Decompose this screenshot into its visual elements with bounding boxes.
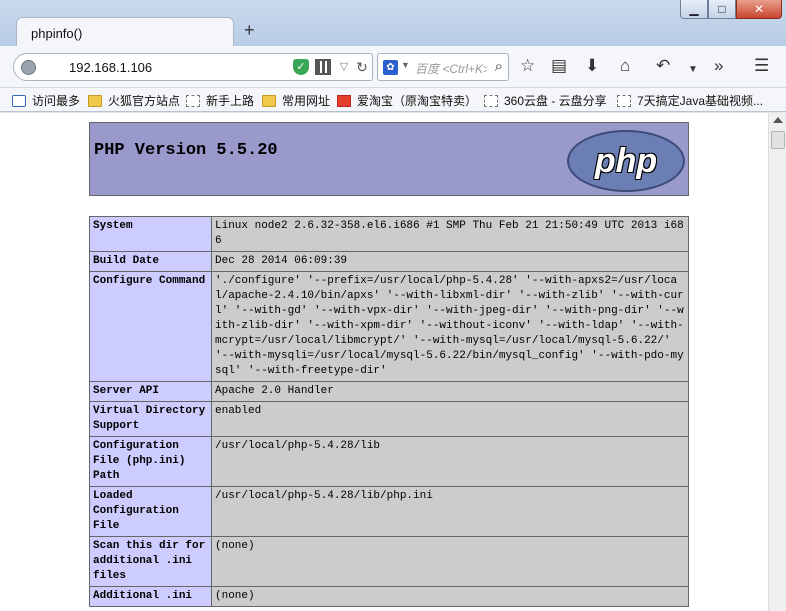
search-bar[interactable]: ✿ ▼ 百度 <Ctrl+K> ⌕: [377, 53, 509, 81]
close-button[interactable]: ✕: [736, 0, 782, 19]
search-engine-dropdown-icon[interactable]: ▼: [401, 60, 410, 70]
scroll-up-arrow-icon[interactable]: [773, 117, 783, 123]
php-logo-text: php: [594, 141, 658, 180]
bookmark-most-visited[interactable]: 访问最多: [12, 92, 80, 109]
row-value: (none): [211, 586, 689, 607]
folder-icon: [262, 94, 276, 107]
bookmarks-bar: 访问最多 火狐官方站点 新手上路 常用网址 爱淘宝（原淘宝特卖） 360云盘 -…: [0, 88, 786, 112]
home-icon[interactable]: ⌂: [620, 56, 630, 76]
page-title: PHP Version 5.5.20: [94, 141, 278, 160]
table-row: Server API Apache 2.0 Handler: [89, 381, 689, 402]
menu-icon[interactable]: ☰: [754, 56, 769, 76]
overflow-icon[interactable]: »: [714, 56, 723, 76]
bookmark-360-yunpan[interactable]: 360云盘 - 云盘分享: [484, 92, 607, 109]
bookmark-firefox-official[interactable]: 火狐官方站点: [88, 92, 180, 109]
bookmark-java-video[interactable]: 7天搞定Java基础视频...: [617, 92, 763, 109]
magnifier-icon: [12, 94, 26, 107]
minimize-button[interactable]: ▁: [680, 0, 708, 19]
table-row: Virtual Directory Support enabled: [89, 401, 689, 437]
php-version-header: PHP Version 5.5.20 php: [89, 122, 689, 196]
table-row: Loaded Configuration File /usr/local/php…: [89, 486, 689, 537]
search-icon[interactable]: ⌕: [495, 58, 503, 75]
row-key: System: [89, 216, 212, 252]
new-tab-button[interactable]: +: [244, 20, 255, 40]
row-key: Loaded Configuration File: [89, 486, 212, 537]
maximize-button[interactable]: □: [708, 0, 736, 19]
bookmark-common-sites[interactable]: 常用网址: [262, 92, 330, 109]
row-value: enabled: [211, 401, 689, 437]
row-key: Additional .ini: [89, 586, 212, 607]
php-logo[interactable]: php: [567, 130, 685, 192]
url-text[interactable]: 192.168.1.106: [69, 60, 152, 75]
tab-title: phpinfo(): [31, 26, 83, 41]
reading-list-icon[interactable]: ▤: [551, 56, 567, 76]
row-key: Virtual Directory Support: [89, 401, 212, 437]
star-icon[interactable]: ☆: [520, 56, 535, 76]
scrollbar-thumb[interactable]: [771, 131, 785, 149]
row-key: Build Date: [89, 251, 212, 272]
window-controls: ▁ □ ✕: [680, 0, 782, 20]
table-row: Configuration File (php.ini) Path /usr/l…: [89, 436, 689, 487]
row-value: Apache 2.0 Handler: [211, 381, 689, 402]
page-icon: [484, 94, 498, 107]
taobao-icon: [337, 94, 351, 107]
title-bar: phpinfo() + ▁ □ ✕: [0, 0, 786, 47]
row-value: Linux node2 2.6.32-358.el6.i686 #1 SMP T…: [211, 216, 689, 252]
page-icon: [617, 94, 631, 107]
search-input[interactable]: 百度 <Ctrl+K>: [415, 60, 487, 77]
row-key: Configure Command: [89, 271, 212, 382]
row-key: Scan this dir for additional .ini files: [89, 536, 212, 587]
row-value: './configure' '--prefix=/usr/local/php-5…: [211, 271, 689, 382]
bookmark-ai-taobao[interactable]: 爱淘宝（原淘宝特卖）: [337, 92, 477, 109]
chevron-down-icon[interactable]: ▼: [688, 60, 698, 80]
row-value: /usr/local/php-5.4.28/lib/php.ini: [211, 486, 689, 537]
row-value: /usr/local/php-5.4.28/lib: [211, 436, 689, 487]
back-icon[interactable]: ↶: [656, 56, 670, 76]
row-key: Configuration File (php.ini) Path: [89, 436, 212, 487]
globe-icon: [21, 60, 36, 75]
page-content: PHP Version 5.5.20 php System Linux node…: [0, 113, 786, 611]
page-icon: [186, 94, 200, 107]
download-icon[interactable]: ⬇: [585, 56, 599, 76]
folder-icon: [88, 94, 102, 107]
row-key: Server API: [89, 381, 212, 402]
reload-icon[interactable]: ↻: [354, 59, 370, 75]
row-value: Dec 28 2014 06:09:39: [211, 251, 689, 272]
row-value: (none): [211, 536, 689, 587]
vertical-scrollbar[interactable]: [768, 113, 786, 611]
baidu-paw-icon[interactable]: ✿: [383, 60, 398, 75]
bookmark-getting-started[interactable]: 新手上路: [186, 92, 254, 109]
table-row: Additional .ini (none): [89, 586, 689, 607]
chevron-down-icon[interactable]: ▽: [336, 59, 352, 75]
tab-phpinfo[interactable]: phpinfo(): [16, 17, 234, 47]
navigation-bar: 192.168.1.106 ✓ ▽ ↻ ✿ ▼ 百度 <Ctrl+K> ⌕ ☆ …: [0, 46, 786, 88]
qr-code-icon[interactable]: [315, 59, 331, 75]
table-row: Scan this dir for additional .ini files …: [89, 536, 689, 587]
table-row: Build Date Dec 28 2014 06:09:39: [89, 251, 689, 272]
url-bar[interactable]: 192.168.1.106 ✓ ▽ ↻: [13, 53, 373, 81]
phpinfo-table: System Linux node2 2.6.32-358.el6.i686 #…: [89, 216, 689, 607]
table-row: Configure Command './configure' '--prefi…: [89, 271, 689, 382]
table-row: System Linux node2 2.6.32-358.el6.i686 #…: [89, 216, 689, 252]
shield-icon[interactable]: ✓: [293, 59, 309, 75]
